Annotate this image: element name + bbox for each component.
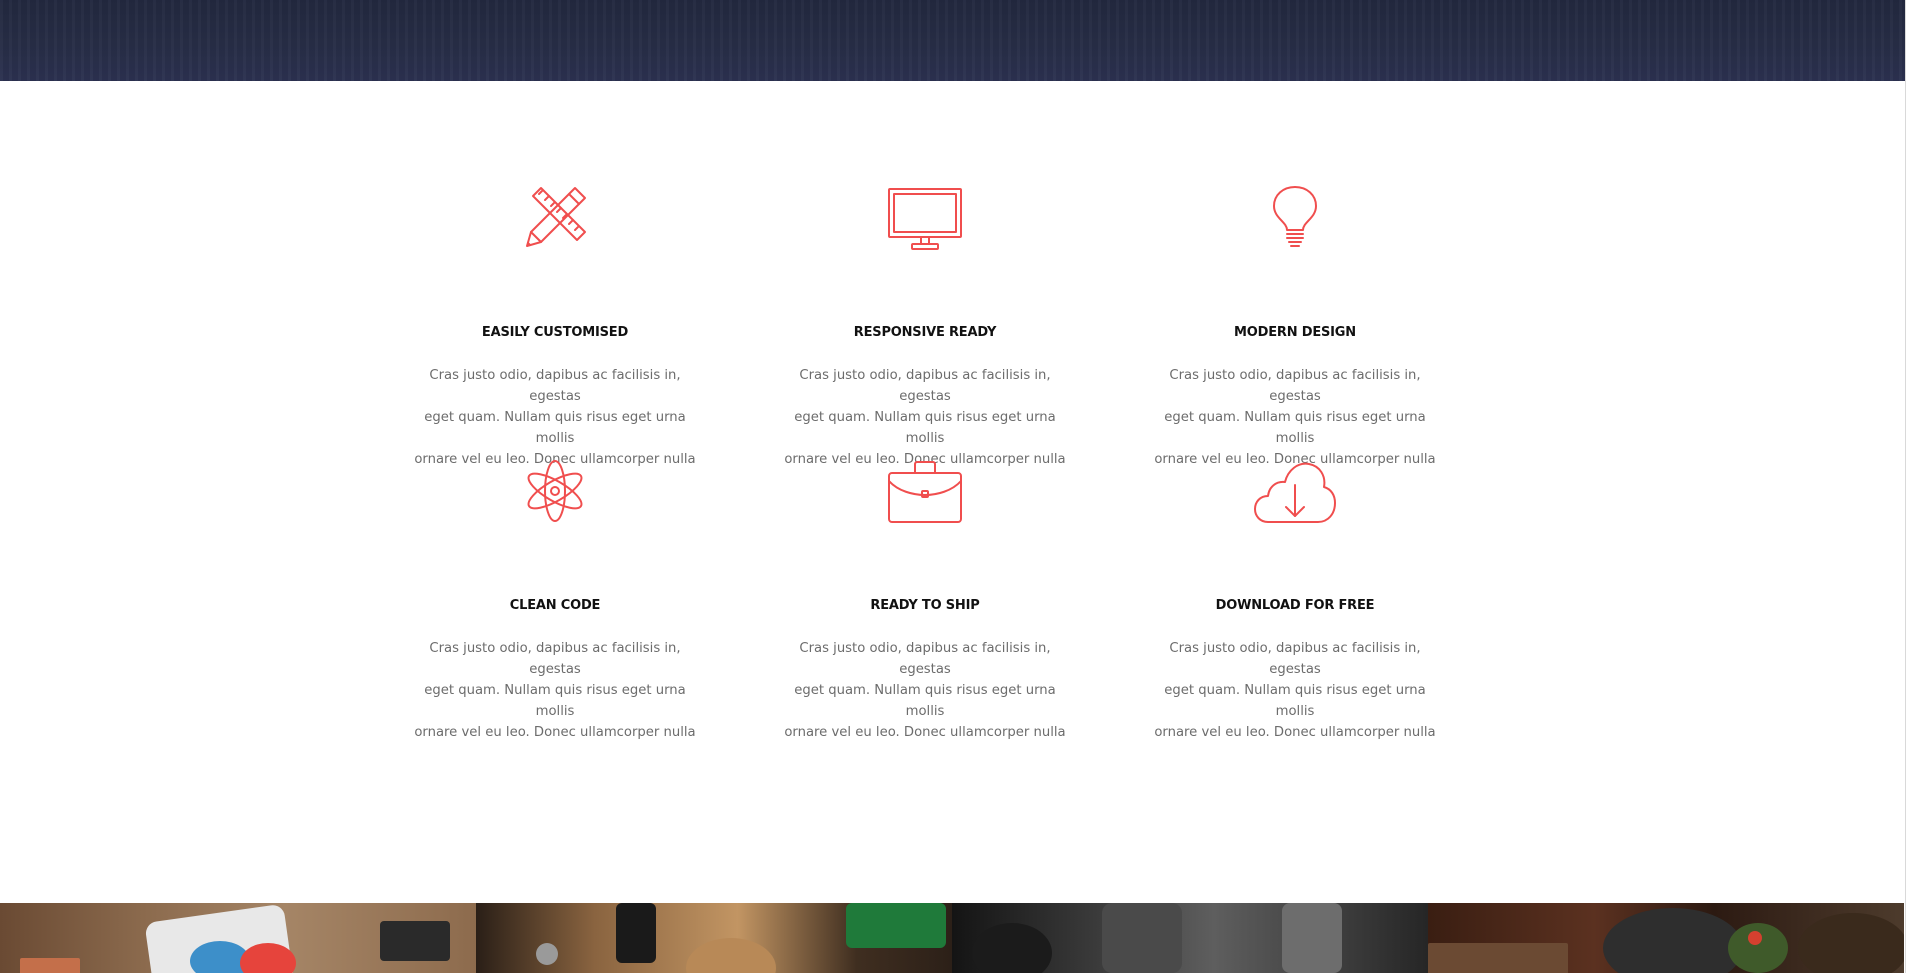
gallery-strip xyxy=(0,903,1905,973)
feature-title: MODERN DESIGN xyxy=(1234,325,1356,340)
lightbulb-icon xyxy=(1273,186,1317,247)
cloud-download-icon xyxy=(1254,462,1336,523)
feature-title: DOWNLOAD FOR FREE xyxy=(1215,598,1375,613)
feature-description: Cras justo odio, dapibus ac facilisis in… xyxy=(1154,641,1436,740)
ruler-pencil-icon xyxy=(526,187,586,247)
feature-title: EASILY CUSTOMISED xyxy=(481,325,629,340)
feature-description: Cras justo odio, dapibus ac facilisis in… xyxy=(414,641,696,740)
feature-description: Cras justo odio, dapibus ac facilisis in… xyxy=(784,641,1066,740)
features-section: EASILY CUSTOMISED Cras justo odio, dapib… xyxy=(370,170,1480,740)
gallery-image-workshop[interactable] xyxy=(476,903,952,973)
feature-title: RESPONSIVE READY xyxy=(853,325,997,340)
atom-icon xyxy=(527,460,583,522)
hero-banner-bottom xyxy=(0,0,1905,81)
feature-title: CLEAN CODE xyxy=(509,598,601,613)
gallery-image-tshirt[interactable] xyxy=(0,903,476,973)
gallery-image-mortar[interactable] xyxy=(1428,903,1904,973)
page: EASILY CUSTOMISED Cras justo odio, dapib… xyxy=(0,0,1906,973)
briefcase-icon xyxy=(888,461,962,523)
monitor-icon xyxy=(888,188,962,250)
feature-title: READY TO SHIP xyxy=(870,598,980,613)
site-content: EASILY CUSTOMISED Cras justo odio, dapib… xyxy=(0,0,1905,973)
gallery-image-camera[interactable] xyxy=(952,903,1428,973)
